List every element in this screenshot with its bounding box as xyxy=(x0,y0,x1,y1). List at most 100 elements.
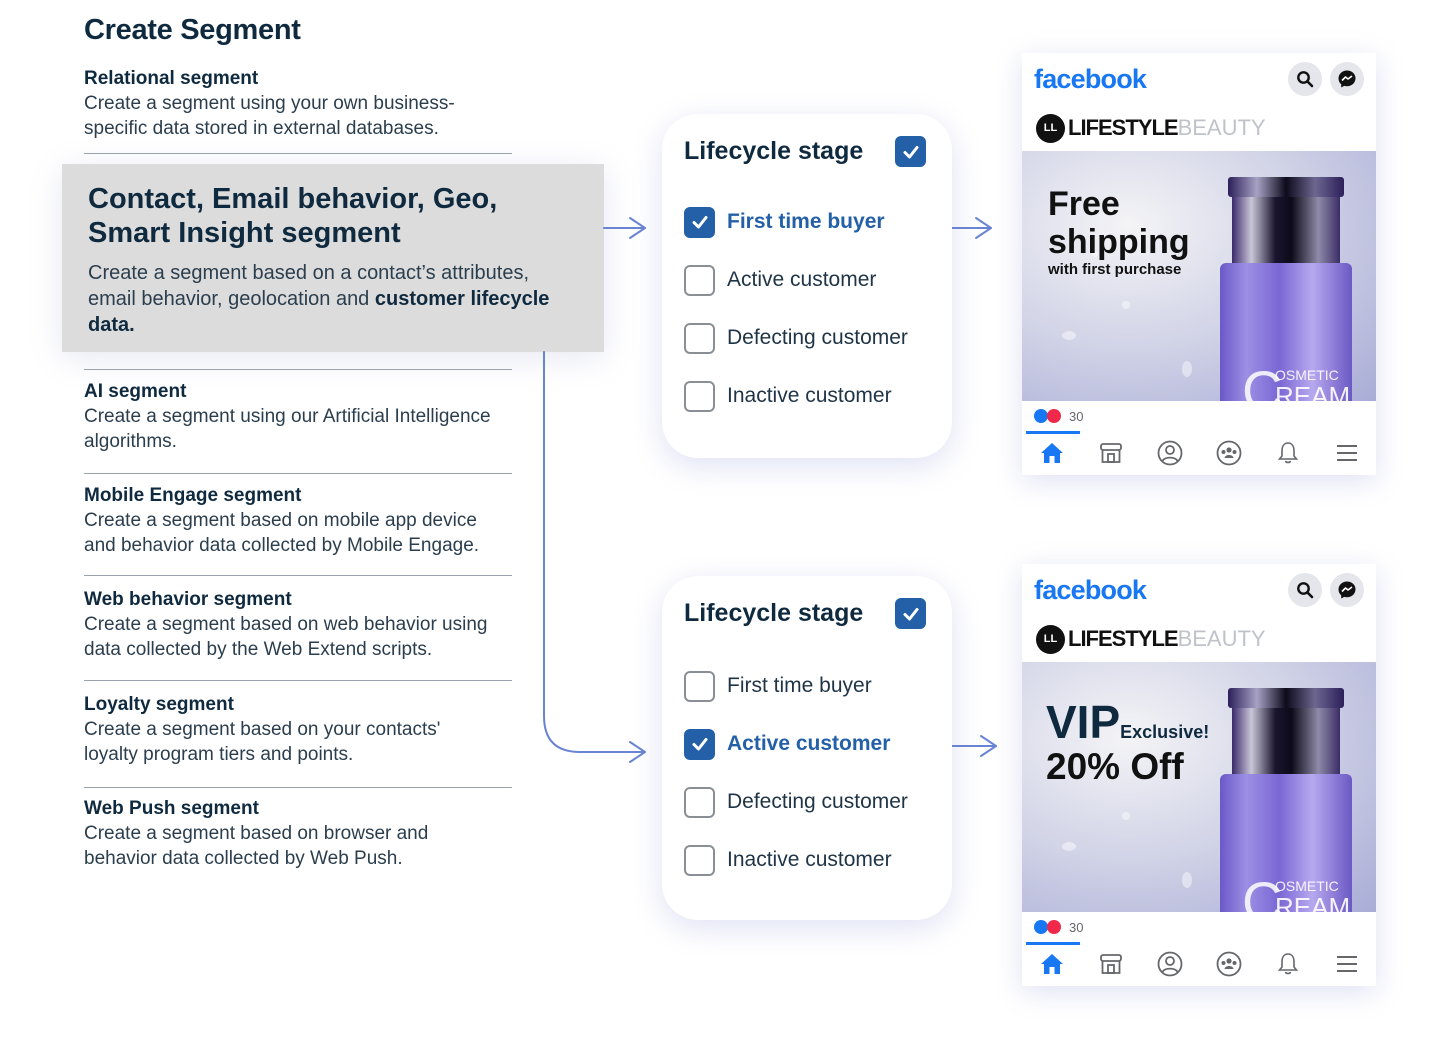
check-icon xyxy=(692,216,707,229)
option-first-time-buyer[interactable]: First time buyer xyxy=(684,193,930,251)
option-label: Active customer xyxy=(727,268,877,291)
search-icon[interactable] xyxy=(1288,62,1322,96)
marketplace-icon[interactable] xyxy=(1096,949,1126,979)
like-icon xyxy=(1034,409,1048,423)
check-icon xyxy=(692,738,707,751)
reaction-count: 30 xyxy=(1069,408,1084,424)
checkbox-checked[interactable] xyxy=(684,206,715,238)
checkbox[interactable] xyxy=(684,844,715,876)
page-title: Create Segment xyxy=(84,14,301,46)
lifecycle-card-2: Lifecycle stage First time buyer Active … xyxy=(662,576,952,920)
search-icon[interactable] xyxy=(1288,573,1322,607)
notifications-bell-icon[interactable] xyxy=(1273,949,1303,979)
ad-headline: VIPExclusive! 20% Off xyxy=(1046,696,1210,787)
check-icon xyxy=(903,607,918,620)
option-label: First time buyer xyxy=(727,674,872,697)
active-tab-indicator xyxy=(1026,942,1080,945)
select-all-checkbox[interactable] xyxy=(895,598,926,629)
reactions-row: 30 xyxy=(1022,401,1376,431)
checkbox-checked[interactable] xyxy=(684,728,715,760)
love-icon xyxy=(1047,409,1061,423)
segment-desc: Create a segment based on browser and be… xyxy=(84,823,429,869)
segment-name: Loyalty segment xyxy=(84,694,234,715)
divider xyxy=(84,369,512,370)
love-icon xyxy=(1047,920,1061,934)
divider xyxy=(84,680,512,681)
segment-loyalty[interactable]: Loyalty segment Create a segment based o… xyxy=(84,693,514,767)
reaction-count: 30 xyxy=(1069,919,1084,935)
messenger-icon[interactable] xyxy=(1330,62,1364,96)
ad-image: VIPExclusive! 20% Off C OSMETIC REAM xyxy=(1022,662,1376,912)
facebook-logo: facebook xyxy=(1034,63,1147,94)
option-label: Inactive customer xyxy=(727,848,892,871)
facebook-logo: facebook xyxy=(1034,574,1147,605)
brand-name: LIFESTYLE xyxy=(1068,115,1179,140)
option-inactive-customer[interactable]: Inactive customer xyxy=(684,367,930,425)
segment-web-behavior[interactable]: Web behavior segment Create a segment ba… xyxy=(84,588,514,662)
ad-image: Free shipping with first purchase C OSME… xyxy=(1022,151,1376,401)
option-defecting-customer[interactable]: Defecting customer xyxy=(684,773,930,831)
segment-name: Mobile Engage segment xyxy=(84,485,302,506)
active-tab-indicator xyxy=(1026,431,1080,434)
reactions-row: 30 xyxy=(1022,912,1376,942)
home-icon[interactable] xyxy=(1037,438,1067,468)
checkbox[interactable] xyxy=(684,322,715,354)
option-active-customer[interactable]: Active customer xyxy=(684,715,930,773)
segment-desc: Create a segment using your own business… xyxy=(84,93,455,139)
messenger-icon[interactable] xyxy=(1330,573,1364,607)
segment-mobile-engage[interactable]: Mobile Engage segment Create a segment b… xyxy=(84,484,514,558)
segment-contact-highlighted[interactable]: Contact, Email behavior, Geo, Smart Insi… xyxy=(62,164,604,352)
segment-name: Relational segment xyxy=(84,68,259,89)
segment-relational[interactable]: Relational segment Create a segment usin… xyxy=(84,67,514,141)
product-bottle: C OSMETIC REAM xyxy=(1220,177,1358,401)
brand-name-light: BEAUTY xyxy=(1177,115,1266,140)
product-bottle: C OSMETIC REAM xyxy=(1220,688,1358,912)
option-active-customer[interactable]: Active customer xyxy=(684,251,930,309)
select-all-checkbox[interactable] xyxy=(895,136,926,167)
option-label: Inactive customer xyxy=(727,384,892,407)
facebook-post-2: facebook LL LIFESTYLE BEAUTY VIPExclusiv… xyxy=(1022,564,1376,986)
check-icon xyxy=(903,145,918,158)
brand-name-light: BEAUTY xyxy=(1177,626,1266,651)
marketplace-icon[interactable] xyxy=(1096,438,1126,468)
arrow-to-post-2 xyxy=(951,735,997,757)
divider xyxy=(84,153,512,154)
segment-web-push[interactable]: Web Push segment Create a segment based … xyxy=(84,797,514,871)
checkbox[interactable] xyxy=(684,264,715,296)
groups-icon[interactable] xyxy=(1214,438,1244,468)
option-label: Active customer xyxy=(727,732,891,755)
arrow-to-card-2 xyxy=(543,351,646,763)
segment-desc: Create a segment based on web behavior u… xyxy=(84,614,488,660)
menu-icon[interactable] xyxy=(1332,949,1362,979)
lifecycle-card-1: Lifecycle stage First time buyer Active … xyxy=(662,114,952,458)
option-label: Defecting customer xyxy=(727,326,908,349)
segment-ai[interactable]: AI segment Create a segment using our Ar… xyxy=(84,380,514,454)
option-defecting-customer[interactable]: Defecting customer xyxy=(684,309,930,367)
brand-header: LL LIFESTYLE BEAUTY xyxy=(1022,616,1376,662)
option-label: First time buyer xyxy=(727,210,885,233)
brand-header: LL LIFESTYLE BEAUTY xyxy=(1022,105,1376,151)
checkbox[interactable] xyxy=(684,670,715,702)
menu-icon[interactable] xyxy=(1332,438,1362,468)
option-inactive-customer[interactable]: Inactive customer xyxy=(684,831,930,889)
home-icon[interactable] xyxy=(1037,949,1067,979)
notifications-bell-icon[interactable] xyxy=(1273,438,1303,468)
checkbox[interactable] xyxy=(684,380,715,412)
arrow-to-card-1 xyxy=(603,217,646,239)
bottom-nav xyxy=(1022,942,1376,986)
brand-logo: LL xyxy=(1036,113,1065,143)
checkbox[interactable] xyxy=(684,786,715,818)
divider xyxy=(84,575,512,576)
segment-desc: Create a segment using our Artificial In… xyxy=(84,406,491,452)
option-first-time-buyer[interactable]: First time buyer xyxy=(684,657,930,715)
brand-logo: LL xyxy=(1036,624,1065,654)
groups-icon[interactable] xyxy=(1214,949,1244,979)
segment-desc: Create a segment based on a contact’s at… xyxy=(88,262,550,336)
facebook-post-1: facebook LL LIFESTYLE BEAUTY Free shippi… xyxy=(1022,53,1376,475)
card-title: Lifecycle stage xyxy=(684,599,864,627)
segment-desc: Create a segment based on your contacts'… xyxy=(84,719,441,765)
profile-icon[interactable] xyxy=(1155,949,1185,979)
option-label: Defecting customer xyxy=(727,790,908,813)
divider xyxy=(84,473,512,474)
profile-icon[interactable] xyxy=(1155,438,1185,468)
